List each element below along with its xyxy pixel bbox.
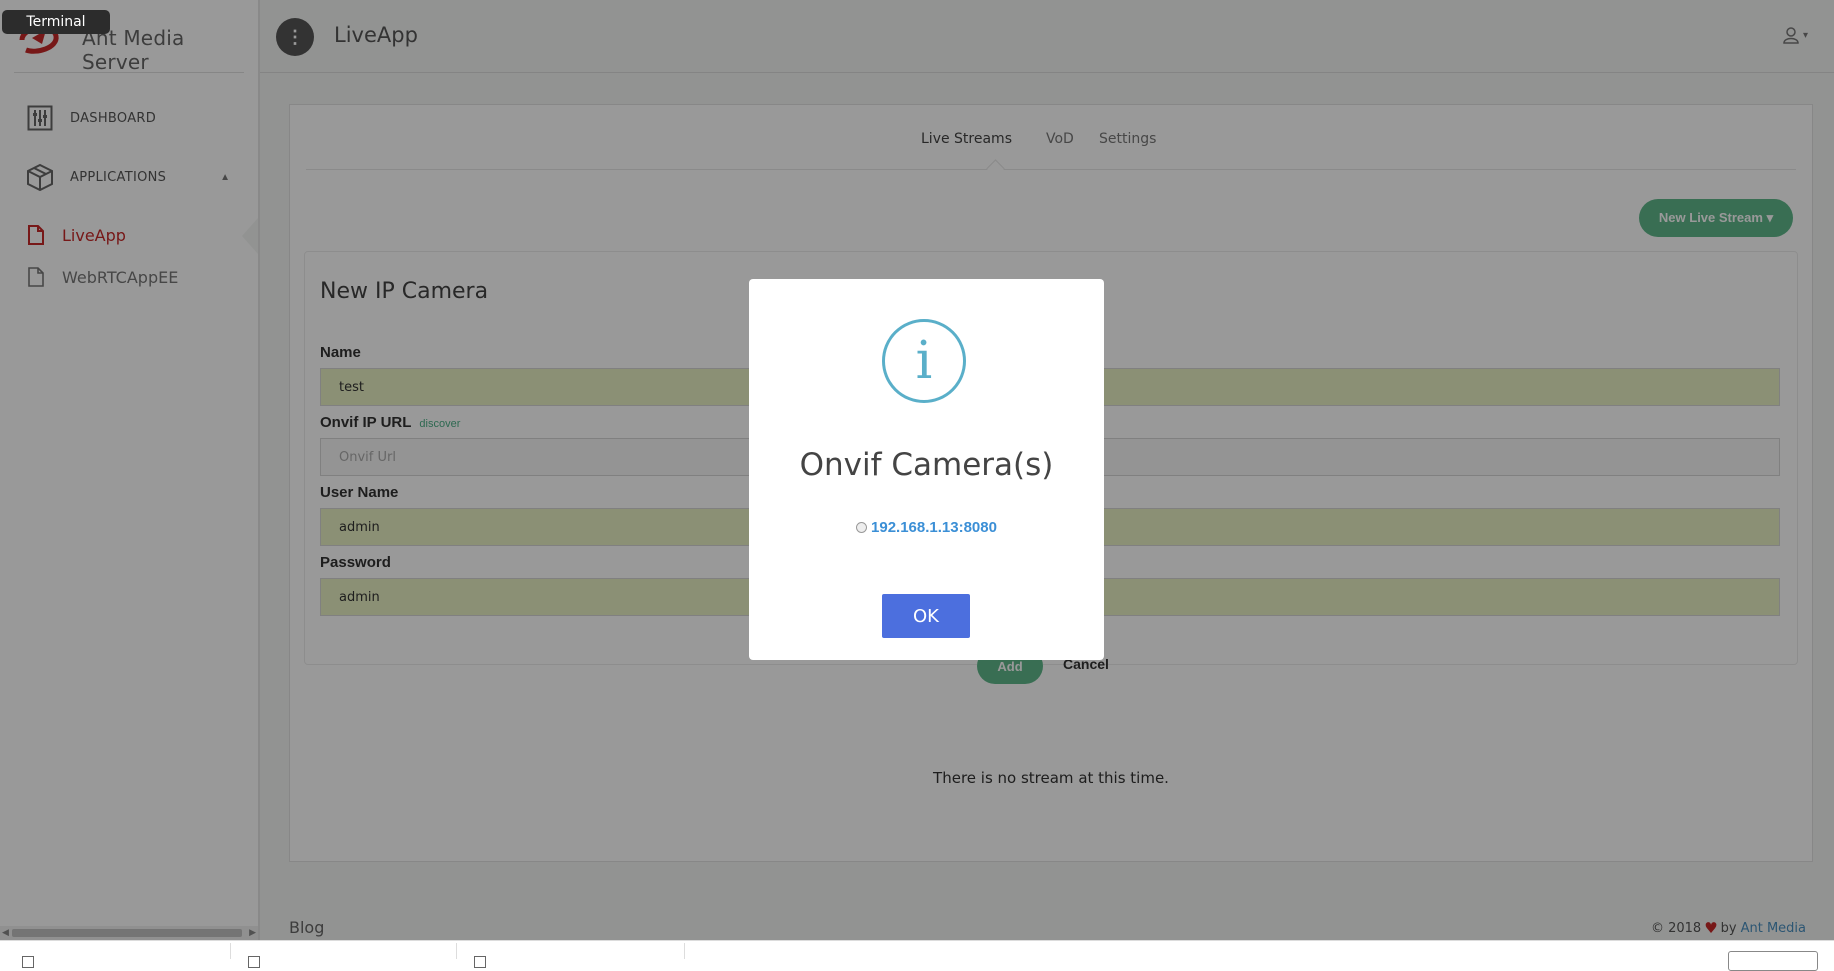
info-icon: i bbox=[882, 319, 966, 403]
dialog-title: Onvif Camera(s) bbox=[799, 447, 1054, 483]
file-icon bbox=[474, 956, 486, 968]
download-item[interactable] bbox=[0, 943, 231, 968]
download-item[interactable] bbox=[456, 943, 685, 968]
download-item[interactable] bbox=[230, 943, 457, 968]
camera-radio[interactable] bbox=[856, 522, 868, 533]
app-window: Ant Media Server DASHBOARD APPLICATIONS … bbox=[0, 0, 1834, 940]
file-icon bbox=[22, 956, 34, 968]
ok-button[interactable]: OK bbox=[882, 594, 970, 638]
show-all-button[interactable] bbox=[1728, 951, 1818, 971]
camera-option[interactable]: 192.168.1.13:8080 bbox=[749, 519, 1104, 536]
onvif-cameras-dialog: i Onvif Camera(s) 192.168.1.13:8080 OK bbox=[749, 279, 1104, 660]
camera-option-label[interactable]: 192.168.1.13:8080 bbox=[871, 519, 997, 536]
bottom-bar bbox=[0, 940, 1834, 971]
terminal-tooltip: Terminal bbox=[2, 10, 110, 34]
file-icon bbox=[248, 956, 260, 968]
